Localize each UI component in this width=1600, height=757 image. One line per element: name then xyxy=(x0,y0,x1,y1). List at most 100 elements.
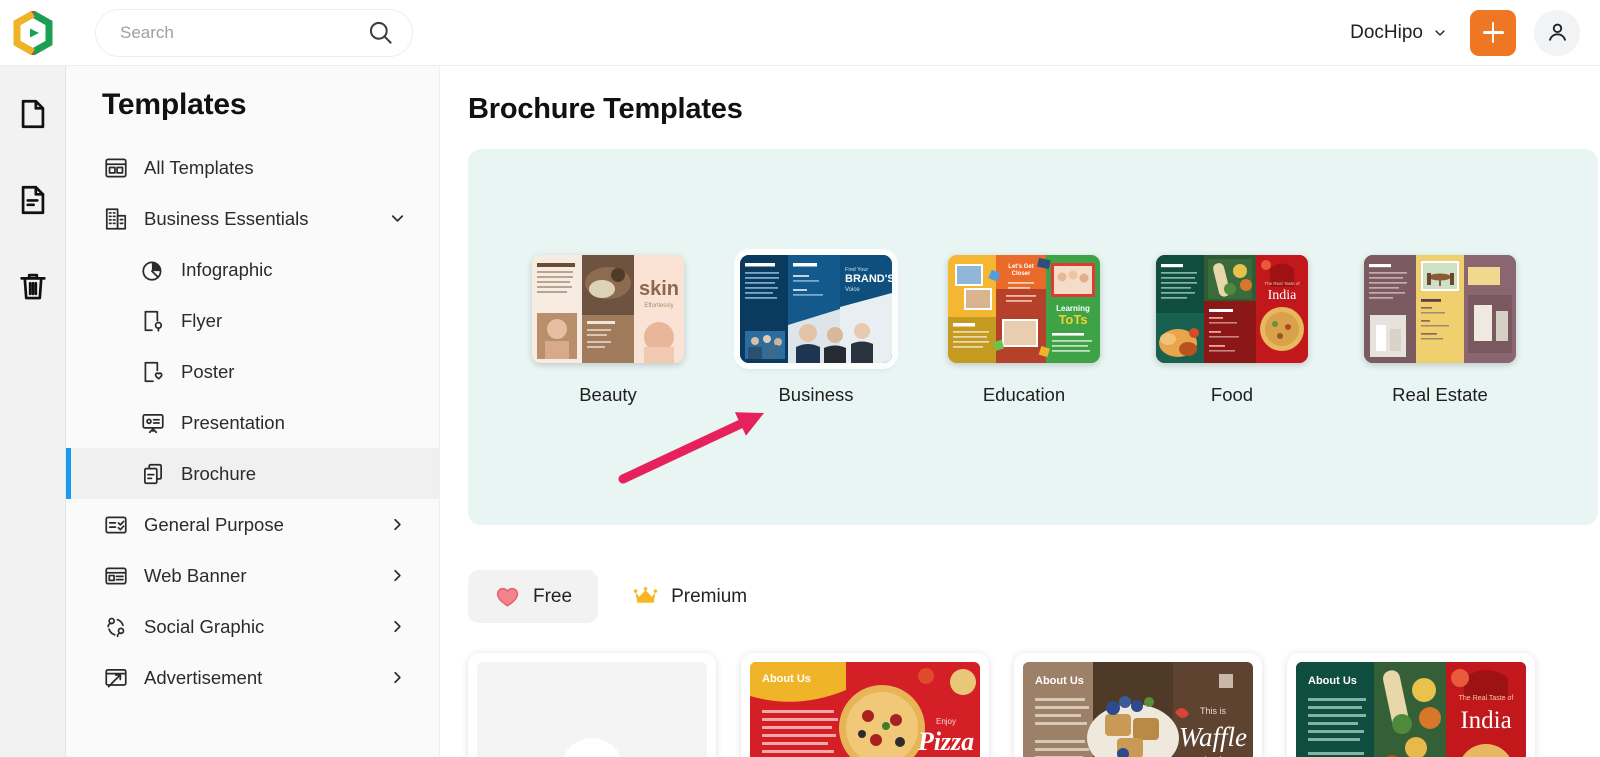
icon-rail xyxy=(0,66,66,757)
search-icon[interactable] xyxy=(367,19,394,46)
search-box[interactable] xyxy=(95,8,413,57)
price-filter-tabs: Free Premium xyxy=(468,570,1600,623)
sidebar-item-poster[interactable]: Poster xyxy=(66,346,439,397)
business-brochure-thumb[interactable]: Find Your BRAND'S Voice xyxy=(740,255,892,363)
sidebar-item-label: Brochure xyxy=(181,462,257,484)
poster-heart-icon xyxy=(139,358,166,385)
workspace-selector[interactable]: DocHipo xyxy=(1346,16,1452,50)
template-preview xyxy=(477,662,707,757)
filter-label: Premium xyxy=(671,585,748,607)
svg-text:Enjoy: Enjoy xyxy=(936,717,956,726)
category-label: Real Estate xyxy=(1392,384,1488,405)
svg-text:About Us: About Us xyxy=(762,673,811,685)
rail-item-shared-documents[interactable] xyxy=(11,178,55,222)
sidebar-item-general-purpose[interactable]: General Purpose xyxy=(66,499,439,550)
india-brochure-card[interactable]: About Us The Real Taste of India xyxy=(1287,653,1535,757)
chevron-right-icon[interactable] xyxy=(388,515,407,534)
chevron-down-icon[interactable] xyxy=(388,209,407,228)
svg-text:Voice: Voice xyxy=(845,287,860,293)
svg-text:Waffle: Waffle xyxy=(1179,722,1247,752)
category-item-real-estate[interactable]: Real Estate xyxy=(1364,255,1516,406)
chevron-right-icon[interactable] xyxy=(388,617,407,636)
sidebar-item-label: General Purpose xyxy=(144,513,284,535)
category-item-beauty[interactable]: skin Effortlessly Beauty xyxy=(532,255,684,406)
svg-text:skin: skin xyxy=(639,278,679,300)
svg-text:Pizza: Pizza xyxy=(917,727,974,756)
sidebar-item-label: Web Banner xyxy=(144,564,247,586)
sidebar-item-social-graphic[interactable]: Social Graphic xyxy=(66,601,439,652)
page-title: Brochure Templates xyxy=(468,93,743,125)
sidebar-item-label: Presentation xyxy=(181,411,285,433)
svg-text:BRAND'S: BRAND'S xyxy=(845,273,892,285)
main-content: Brochure Templates skin Effortlessly Beaut… xyxy=(440,66,1600,757)
document-lines-icon xyxy=(16,183,50,217)
sidebar-item-label: Poster xyxy=(181,360,235,382)
sidebar-item-label: Business Essentials xyxy=(144,207,309,229)
sidebar-item-business-essentials[interactable]: Business Essentials xyxy=(66,193,439,244)
food-brochure-thumb[interactable]: The Real Taste of India xyxy=(1156,255,1308,363)
category-label: Beauty xyxy=(579,384,637,405)
svg-text:About Us: About Us xyxy=(1308,675,1357,687)
rail-item-my-documents[interactable] xyxy=(11,92,55,136)
chevron-right-icon[interactable] xyxy=(388,566,407,585)
top-bar: DocHipo xyxy=(0,0,1600,66)
filter-free-button[interactable]: Free xyxy=(468,570,599,623)
sidebar-item-all-templates[interactable]: All Templates xyxy=(66,142,439,193)
svg-text:The Real Taste of: The Real Taste of xyxy=(1264,281,1300,286)
sidebar-item-advertisement[interactable]: Advertisement xyxy=(66,652,439,703)
sidebar-item-label: Advertisement xyxy=(144,666,263,688)
trash-icon xyxy=(16,269,50,303)
sidebar-item-flyer[interactable]: Flyer xyxy=(66,295,439,346)
education-brochure-thumb[interactable]: Let's Get Closer Learning ToTs xyxy=(948,255,1100,363)
pizza-brochure-card[interactable]: About UsEnjoyPizzaFor A Longer Time! xyxy=(741,653,989,757)
category-item-food[interactable]: The Real Taste of India Food xyxy=(1156,255,1308,406)
category-label: Business xyxy=(778,384,854,405)
real-estate-brochure-thumb[interactable] xyxy=(1364,255,1516,363)
user-icon xyxy=(1545,20,1570,45)
chevron-right-icon[interactable] xyxy=(388,668,407,687)
sidebar: Templates All Templates Business Essentia… xyxy=(66,66,440,757)
app-root: DocHipo xyxy=(0,0,1600,757)
pie-chart-icon xyxy=(139,256,166,283)
loading-placeholder-card[interactable] xyxy=(468,653,716,757)
beauty-brochure-thumb[interactable]: skin Effortlessly xyxy=(532,255,684,363)
presentation-icon xyxy=(139,409,166,436)
dochipo-logo[interactable] xyxy=(10,10,56,56)
svg-text:Let's Get: Let's Get xyxy=(1008,264,1033,270)
sidebar-item-infographic[interactable]: Infographic xyxy=(66,244,439,295)
svg-text:ToTs: ToTs xyxy=(1058,312,1087,327)
create-new-button[interactable] xyxy=(1470,9,1516,56)
rail-item-trash[interactable] xyxy=(11,264,55,308)
svg-text:India: India xyxy=(1268,288,1298,303)
template-preview: About UsThis isWafflelove! xyxy=(1023,662,1253,757)
svg-text:This is: This is xyxy=(1200,706,1227,716)
workspace-name: DocHipo xyxy=(1350,21,1423,43)
top-bar-actions: DocHipo xyxy=(1346,9,1600,56)
category-label: Education xyxy=(982,384,1066,405)
crown-icon xyxy=(632,583,659,610)
template-card-row: About UsEnjoyPizzaFor A Longer Time!Abou… xyxy=(468,653,1600,757)
sidebar-item-brochure[interactable]: Brochure xyxy=(66,448,439,499)
search-input[interactable] xyxy=(120,22,367,43)
filter-premium-button[interactable]: Premium xyxy=(606,570,773,623)
avatar[interactable] xyxy=(1534,9,1580,56)
waffle-brochure-card[interactable]: About UsThis isWafflelove! xyxy=(1014,653,1262,757)
category-item-education[interactable]: Let's Get Closer Learning ToTs Education xyxy=(948,255,1100,406)
sidebar-item-label: Flyer xyxy=(181,309,223,331)
sidebar-item-presentation[interactable]: Presentation xyxy=(66,397,439,448)
checklist-icon xyxy=(102,511,129,538)
building-icon xyxy=(102,205,129,232)
sidebar-item-web-banner[interactable]: Web Banner xyxy=(66,550,439,601)
template-preview: About Us The Real Taste of India xyxy=(1296,662,1526,757)
category-carousel-panel: skin Effortlessly Beauty Find Your BRAND'S Vo… xyxy=(468,149,1598,525)
svg-text:The Real Taste of: The Real Taste of xyxy=(1459,695,1514,702)
social-graphic-icon xyxy=(102,613,129,640)
sidebar-item-label: Infographic xyxy=(181,258,273,280)
template-preview: About UsEnjoyPizzaFor A Longer Time! xyxy=(750,662,980,757)
sidebar-item-label: Social Graphic xyxy=(144,615,265,637)
chevron-down-icon xyxy=(1432,25,1448,41)
category-item-business[interactable]: Find Your BRAND'S Voice Business xyxy=(740,255,892,406)
sidebar-title: Templates xyxy=(102,88,247,121)
svg-text:Effortlessly: Effortlessly xyxy=(644,303,673,309)
advertisement-icon xyxy=(102,664,129,691)
